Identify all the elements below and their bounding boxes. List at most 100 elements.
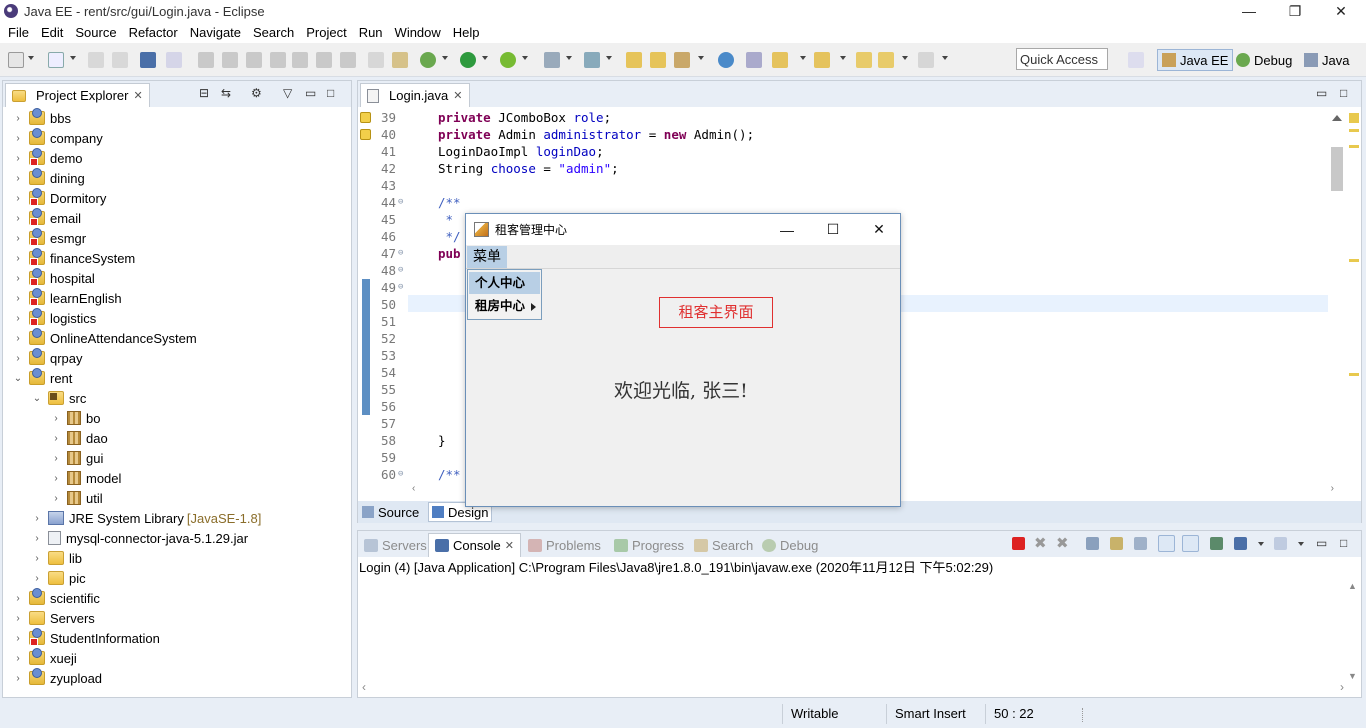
forward-dropdown-icon[interactable] bbox=[942, 56, 948, 60]
collapse-all-icon[interactable]: ⊟ bbox=[199, 86, 209, 100]
new-wizard-dropdown-icon[interactable] bbox=[70, 56, 76, 60]
tree-item[interactable]: › xueji bbox=[13, 648, 77, 668]
run-dropdown-icon[interactable] bbox=[482, 56, 488, 60]
chevron-right-icon[interactable]: › bbox=[13, 213, 23, 224]
new-class-dropdown-icon[interactable] bbox=[606, 56, 612, 60]
run-icon[interactable] bbox=[460, 52, 476, 68]
tab-login-java[interactable]: Login.java ✕ bbox=[360, 83, 470, 107]
search-icon[interactable] bbox=[674, 52, 690, 68]
chevron-right-icon[interactable]: › bbox=[13, 673, 23, 684]
remove-launch-icon[interactable]: ✖ bbox=[1034, 534, 1047, 552]
code-line[interactable]: 42 String choose = "admin"; bbox=[358, 160, 1328, 177]
tree-item[interactable]: › zyupload bbox=[13, 668, 102, 688]
tab-search[interactable]: Search bbox=[694, 533, 753, 557]
scroll-up-icon[interactable] bbox=[1332, 115, 1342, 121]
tree-item[interactable]: › dining bbox=[13, 168, 85, 188]
scroll-lock-icon[interactable] bbox=[1110, 537, 1123, 550]
chevron-right-icon[interactable]: › bbox=[51, 493, 61, 504]
chevron-right-icon[interactable]: › bbox=[13, 133, 23, 144]
minimize-button[interactable]: — bbox=[1226, 0, 1272, 22]
menu-window[interactable]: Window bbox=[389, 22, 447, 43]
tree-item[interactable]: › financeSystem bbox=[13, 248, 135, 268]
next-annotation-dropdown-icon[interactable] bbox=[800, 56, 806, 60]
scroll-right-icon[interactable]: › bbox=[1340, 680, 1344, 694]
menu-search[interactable]: Search bbox=[247, 22, 300, 43]
swing-title-bar[interactable]: 租客管理中心 — ☐ ✕ bbox=[466, 214, 900, 245]
perspective-java-ee[interactable]: Java EE bbox=[1157, 49, 1234, 71]
tree-item[interactable]: › lib bbox=[32, 548, 82, 568]
tree-item[interactable]: › email bbox=[13, 208, 81, 228]
chevron-down-icon[interactable]: ⌄ bbox=[32, 393, 42, 404]
code-line[interactable]: 44 ⊖ /** bbox=[358, 194, 1328, 211]
swing-maximize-button[interactable]: ☐ bbox=[810, 214, 856, 245]
next-annotation-icon[interactable] bbox=[772, 52, 788, 68]
back-icon[interactable] bbox=[878, 52, 894, 68]
popup-item-rental-center[interactable]: 租房中心 bbox=[469, 295, 540, 317]
run-external-icon[interactable] bbox=[500, 52, 516, 68]
fold-icon[interactable]: ⊖ bbox=[398, 279, 403, 296]
console-vscrollbar[interactable]: ▲ ▼ bbox=[1345, 581, 1359, 681]
terminate-console-icon[interactable] bbox=[1012, 537, 1025, 550]
search-dropdown-icon[interactable] bbox=[698, 56, 704, 60]
new-dropdown-icon[interactable] bbox=[28, 56, 34, 60]
open-task-icon[interactable] bbox=[650, 52, 666, 68]
scroll-left-icon[interactable]: ‹ bbox=[362, 680, 366, 694]
tree-item[interactable]: › model bbox=[51, 468, 121, 488]
chevron-right-icon[interactable]: › bbox=[51, 473, 61, 484]
chevron-right-icon[interactable]: › bbox=[13, 253, 23, 264]
tab-source[interactable]: Source bbox=[362, 503, 419, 521]
open-console-dropdown-icon[interactable] bbox=[1298, 542, 1304, 546]
outline-icon[interactable] bbox=[368, 52, 384, 68]
prev-annotation-icon[interactable] bbox=[814, 52, 830, 68]
chevron-right-icon[interactable]: › bbox=[32, 533, 42, 544]
chevron-right-icon[interactable]: › bbox=[13, 273, 23, 284]
menu-refactor[interactable]: Refactor bbox=[123, 22, 184, 43]
open-type-icon[interactable] bbox=[626, 52, 642, 68]
tab-servers[interactable]: Servers bbox=[364, 533, 427, 557]
save-all-icon[interactable] bbox=[112, 52, 128, 68]
chevron-right-icon[interactable]: › bbox=[13, 653, 23, 664]
resume-icon[interactable] bbox=[198, 52, 214, 68]
tree-item[interactable]: › JRE System Library [JavaSE-1.8] bbox=[32, 508, 261, 528]
scroll-right-icon[interactable]: › bbox=[1331, 483, 1334, 494]
menu-edit[interactable]: Edit bbox=[35, 22, 69, 43]
scroll-left-icon[interactable]: ‹ bbox=[412, 483, 415, 494]
remove-all-icon[interactable]: ✖ bbox=[1056, 534, 1069, 552]
chevron-right-icon[interactable]: › bbox=[13, 593, 23, 604]
chevron-right-icon[interactable]: › bbox=[13, 333, 23, 344]
tree-item[interactable]: › hospital bbox=[13, 268, 95, 288]
menu-navigate[interactable]: Navigate bbox=[184, 22, 247, 43]
tree-item[interactable]: › Servers bbox=[13, 608, 94, 628]
close-tab-icon[interactable]: ✕ bbox=[505, 539, 514, 552]
tree-item[interactable]: › StudentInformation bbox=[13, 628, 160, 648]
swing-menu-menu[interactable]: 菜单 bbox=[467, 246, 507, 268]
tree-item[interactable]: › learnEnglish bbox=[13, 288, 122, 308]
step-return-icon[interactable] bbox=[340, 52, 356, 68]
console-hscrollbar[interactable]: ‹ › bbox=[358, 680, 1348, 696]
menu-help[interactable]: Help bbox=[447, 22, 486, 43]
prev-annotation-dropdown-icon[interactable] bbox=[840, 56, 846, 60]
tree-item[interactable]: ⌄ src bbox=[32, 388, 87, 408]
new-java-project-dropdown-icon[interactable] bbox=[566, 56, 572, 60]
chevron-right-icon[interactable]: › bbox=[13, 193, 23, 204]
close-tab-icon[interactable]: ✕ bbox=[133, 89, 142, 102]
last-edit-icon[interactable] bbox=[856, 52, 872, 68]
code-line[interactable]: 43 bbox=[358, 177, 1328, 194]
close-tab-icon[interactable]: ✕ bbox=[453, 89, 462, 102]
disconnect-icon[interactable] bbox=[270, 52, 286, 68]
warning-summary-icon[interactable] bbox=[1349, 113, 1359, 123]
chevron-right-icon[interactable]: › bbox=[32, 553, 42, 564]
tree-item[interactable]: › Dormitory bbox=[13, 188, 106, 208]
perspective-java[interactable]: Java bbox=[1300, 49, 1353, 71]
pin-console-icon[interactable] bbox=[1210, 537, 1223, 550]
close-button[interactable]: ✕ bbox=[1318, 0, 1364, 22]
chevron-right-icon[interactable]: › bbox=[51, 413, 61, 424]
tree-item[interactable]: › gui bbox=[51, 448, 103, 468]
scroll-thumb[interactable] bbox=[1331, 147, 1343, 191]
fold-icon[interactable]: ⊖ bbox=[398, 194, 403, 211]
maximize-console-icon[interactable]: □ bbox=[1340, 536, 1347, 550]
tree-item[interactable]: › mysql-connector-java-5.1.29.jar bbox=[32, 528, 248, 548]
web-browser-icon[interactable] bbox=[718, 52, 734, 68]
tree-item[interactable]: › company bbox=[13, 128, 103, 148]
tree-item[interactable]: ⌄ rent bbox=[13, 368, 72, 388]
